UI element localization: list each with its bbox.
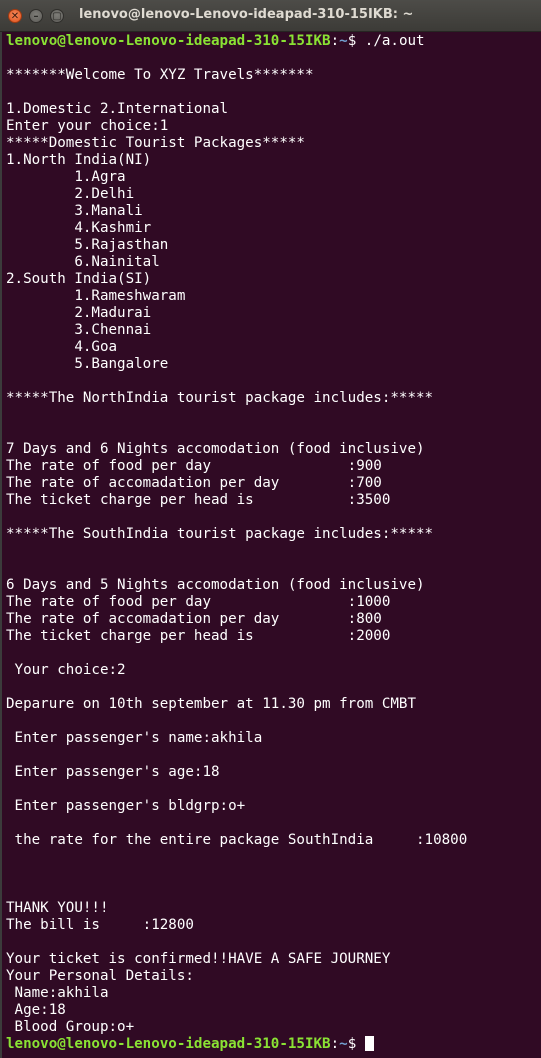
window-title: lenovo@lenovo-Lenovo-ideapad-310-15IKB: … (79, 7, 414, 22)
output-line: 6 Days and 5 Nights accomodation (food i… (6, 577, 425, 593)
output-line: Enter passenger's name:akhila (6, 730, 263, 746)
output-line: 5.Rajasthan (6, 237, 169, 253)
prompt-colon: : (330, 1036, 340, 1052)
output-line: *****The SouthIndia tourist package incl… (6, 526, 434, 542)
terminal-window: ✕ – ▢ lenovo@lenovo-Lenovo-ideapad-310-1… (0, 0, 541, 1058)
output-line: 3.Chennai (6, 322, 152, 338)
output-line: 4.Goa (6, 339, 118, 355)
output-line: The rate of food per day :900 (6, 458, 382, 474)
output-line: 7 Days and 6 Nights accomodation (food i… (6, 441, 425, 457)
output-line: Blood Group:o+ (6, 1019, 135, 1035)
output-line: Your ticket is confirmed!!HAVE A SAFE JO… (6, 951, 391, 967)
command-line: lenovo@lenovo-Lenovo-ideapad-310-15IKB:~… (6, 33, 425, 50)
minimize-icon[interactable]: – (29, 9, 43, 23)
output-line: 4.Kashmir (6, 220, 152, 236)
window-left-edge (0, 32, 2, 1058)
prompt-user-host: lenovo@lenovo-Lenovo-ideapad-310-15IKB (6, 1036, 331, 1052)
output-line: Enter your choice:1 (6, 118, 169, 134)
output-line: Your choice:2 (6, 662, 126, 678)
close-icon[interactable]: ✕ (8, 9, 22, 23)
output-line: Age:18 (6, 1002, 66, 1018)
output-line: Deparure on 10th september at 11.30 pm f… (6, 696, 416, 712)
output-line: 1.North India(NI) (6, 152, 152, 168)
output-line: Enter passenger's bldgrp:o+ (6, 798, 246, 814)
output-line: The rate of food per day :1000 (6, 594, 391, 610)
prompt-symbol: $ (347, 1036, 365, 1052)
output-line: *****The NorthIndia tourist package incl… (6, 390, 434, 406)
prompt-path: ~ (339, 33, 348, 49)
prompt-colon: : (330, 33, 340, 49)
output-line: Enter passenger's age:18 (6, 764, 220, 780)
text-cursor[interactable] (364, 1036, 374, 1051)
output-line: 2.Madurai (6, 305, 152, 321)
output-line: Name:akhila (6, 985, 109, 1001)
output-line: 5.Bangalore (6, 356, 169, 372)
maximize-icon[interactable]: ▢ (50, 9, 64, 23)
output-line: *******Welcome To XYZ Travels******* (6, 67, 314, 83)
output-line: The rate of accomadation per day :800 (6, 611, 382, 627)
output-line: the rate for the entire package SouthInd… (6, 832, 468, 848)
output-line: The ticket charge per head is :2000 (6, 628, 391, 644)
output-line: 1.Rameshwaram (6, 288, 186, 304)
output-line: 3.Manali (6, 203, 143, 219)
output-line: The ticket charge per head is :3500 (6, 492, 391, 508)
output-line: 1.Domestic 2.International (6, 101, 229, 117)
output-line: 1.Agra (6, 169, 126, 185)
output-line: 6.Nainital (6, 254, 160, 270)
prompt-user-host: lenovo@lenovo-Lenovo-ideapad-310-15IKB (6, 33, 331, 49)
output-line: 2.Delhi (6, 186, 135, 202)
output-line: The bill is :12800 (6, 917, 194, 933)
output-line: 2.South India(SI) (6, 271, 152, 287)
final-prompt-line[interactable]: lenovo@lenovo-Lenovo-ideapad-310-15IKB:~… (6, 1036, 374, 1053)
prompt-path: ~ (339, 1036, 348, 1052)
prompt-symbol: $ (347, 33, 365, 49)
output-line: Your Personal Details: (6, 968, 194, 984)
command-text: ./a.out (364, 33, 425, 49)
output-line: THANK YOU!!! (6, 900, 109, 916)
title-bar[interactable]: ✕ – ▢ lenovo@lenovo-Lenovo-ideapad-310-1… (0, 0, 541, 32)
output-line: The rate of accomadation per day :700 (6, 475, 382, 491)
output-line: *****Domestic Tourist Packages***** (6, 135, 305, 151)
